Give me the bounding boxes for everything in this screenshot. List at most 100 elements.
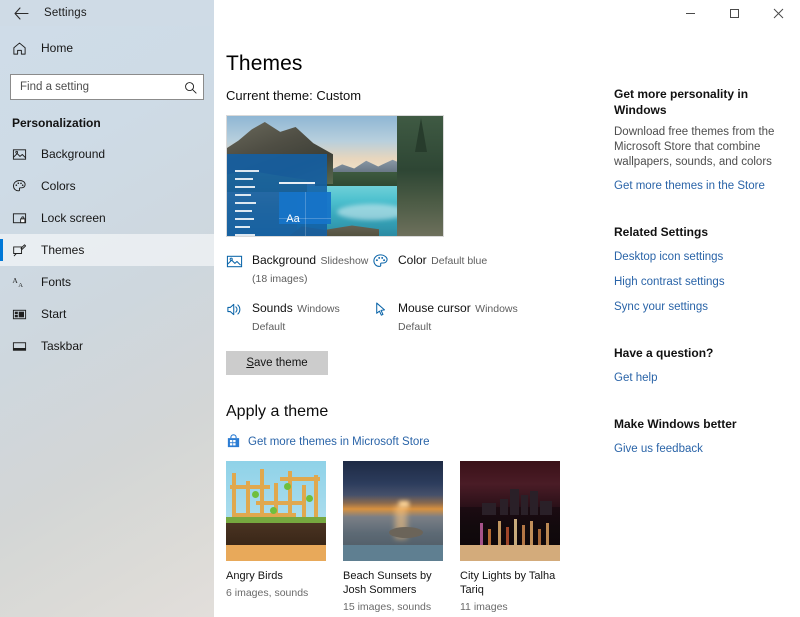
preview-tile-header — [279, 182, 315, 184]
sidebar: Home Personalization — [0, 26, 214, 617]
theme-thumbnail[interactable] — [343, 461, 443, 561]
main-content: Themes Current theme: Custom Aa Backgrou… — [214, 26, 800, 617]
option-sub: Default blue — [431, 255, 488, 267]
theme-sub: 6 images, sounds — [226, 587, 309, 599]
close-button[interactable] — [756, 0, 800, 26]
start-icon — [12, 307, 32, 322]
link-high-contrast-settings[interactable]: High contrast settings — [614, 275, 784, 290]
theme-card-city-lights[interactable]: City Lights by Talha Tariq 11 images — [460, 461, 560, 614]
sidebar-item-lock-screen[interactable]: Lock screen — [0, 202, 214, 234]
sidebar-item-taskbar[interactable]: Taskbar — [0, 330, 214, 362]
sidebar-item-themes[interactable]: Themes — [0, 234, 214, 266]
theme-name: City Lights by Talha Tariq — [460, 570, 556, 596]
sidebar-item-home[interactable]: Home — [0, 30, 214, 66]
link-get-help[interactable]: Get help — [614, 371, 784, 386]
preview-font-sample: Aa — [286, 213, 300, 225]
sidebar-item-label: Lock screen — [41, 211, 106, 225]
svg-text:A: A — [18, 281, 23, 288]
theme-thumbnail-accent — [460, 545, 560, 561]
make-windows-better-section: Make Windows better Give us feedback — [614, 416, 784, 457]
sidebar-item-background[interactable]: Background — [0, 138, 214, 170]
sidebar-item-fonts[interactable]: A A Fonts — [0, 266, 214, 298]
personality-heading: Get more personality in Windows — [614, 87, 749, 117]
have-a-question-section: Have a question? Get help — [614, 345, 784, 386]
window-title: Settings — [44, 7, 87, 19]
theme-thumbnail[interactable] — [460, 461, 560, 561]
option-sounds[interactable]: Sounds Windows Default — [226, 299, 372, 335]
lock-screen-icon — [12, 211, 32, 226]
link-give-us-feedback[interactable]: Give us feedback — [614, 442, 784, 457]
option-text: Mouse cursor Windows Default — [398, 299, 518, 335]
option-text: Background Slideshow (18 images) — [252, 251, 372, 287]
sidebar-item-colors[interactable]: Colors — [0, 170, 214, 202]
sidebar-item-label: Fonts — [41, 275, 72, 289]
image-icon — [226, 251, 252, 287]
theme-name: Beach Sunsets by Josh Sommers — [343, 570, 432, 596]
right-rail: Get more personality in Windows Download… — [614, 26, 800, 617]
option-title: Sounds — [252, 301, 293, 315]
taskbar-icon — [12, 339, 32, 354]
theme-preview-image: Aa — [226, 115, 444, 237]
microsoft-store-icon — [226, 434, 248, 449]
home-icon — [12, 41, 32, 56]
theme-grid: Angry Birds 6 images, sounds Beach Sunse… — [226, 461, 614, 614]
option-background[interactable]: Background Slideshow (18 images) — [226, 251, 372, 287]
theme-options: Background Slideshow (18 images) Color D… — [226, 251, 518, 347]
back-button[interactable] — [0, 0, 42, 26]
theme-card-angry-birds[interactable]: Angry Birds 6 images, sounds — [226, 461, 326, 614]
option-color[interactable]: Color Default blue — [372, 251, 518, 287]
theme-name: Angry Birds — [226, 570, 283, 582]
image-icon — [12, 147, 32, 162]
link-get-more-themes-store[interactable]: Get more themes in the Store — [614, 179, 784, 194]
cursor-icon — [372, 299, 398, 335]
theme-sub: 11 images — [460, 601, 508, 613]
fonts-icon: A A — [12, 275, 32, 290]
minimize-button[interactable] — [668, 0, 712, 26]
themes-panel: Themes Current theme: Custom Aa Backgrou… — [214, 26, 614, 617]
search-input[interactable] — [20, 81, 184, 93]
title-bar-drag-region — [214, 0, 668, 26]
related-settings-section: Related Settings Desktop icon settings H… — [614, 224, 784, 315]
sidebar-item-label: Start — [41, 307, 67, 321]
sidebar-group-title: Personalization — [12, 116, 101, 130]
preview-start-menu: Aa — [227, 154, 331, 236]
option-text: Color Default blue — [398, 251, 487, 287]
palette-icon — [372, 251, 398, 287]
title-bar-left: Settings — [0, 0, 214, 26]
maximize-button[interactable] — [712, 0, 756, 26]
save-theme-button[interactable]: Save theme — [226, 351, 328, 375]
option-title: Mouse cursor — [398, 301, 471, 315]
sidebar-item-label: Home — [41, 41, 74, 55]
preview-start-list — [235, 170, 259, 236]
better-heading: Make Windows better — [614, 417, 737, 431]
related-settings-heading: Related Settings — [614, 225, 709, 239]
link-desktop-icon-settings[interactable]: Desktop icon settings — [614, 250, 784, 265]
window-body: Home Personalization — [0, 26, 800, 617]
theme-thumbnail-accent — [226, 545, 326, 561]
theme-sub: 15 images, sounds — [343, 601, 432, 613]
option-text: Sounds Windows Default — [252, 299, 372, 335]
speaker-icon — [226, 299, 252, 335]
sidebar-item-label: Colors — [41, 179, 76, 193]
search-icon[interactable] — [184, 81, 197, 94]
search-box[interactable] — [10, 74, 204, 100]
title-bar: Settings — [0, 0, 800, 26]
sidebar-item-label: Background — [41, 147, 106, 161]
search-container — [0, 70, 214, 106]
save-theme-accesskey: S — [246, 357, 254, 369]
sidebar-item-start[interactable]: Start — [0, 298, 214, 330]
option-mouse-cursor[interactable]: Mouse cursor Windows Default — [372, 299, 518, 335]
theme-card-beach-sunsets[interactable]: Beach Sunsets by Josh Sommers 15 images,… — [343, 461, 443, 614]
store-themes-link-label: Get more themes in Microsoft Store — [248, 435, 430, 448]
theme-thumbnail[interactable] — [226, 461, 326, 561]
sidebar-item-label: Themes — [41, 243, 85, 257]
settings-window: Settings Home Find a setting Personaliza… — [0, 0, 800, 617]
save-theme-label: ave theme — [253, 357, 308, 369]
themes-icon — [12, 243, 32, 258]
link-sync-your-settings[interactable]: Sync your settings — [614, 300, 784, 315]
current-theme-label: Current theme: Custom — [226, 88, 362, 103]
store-themes-link[interactable]: Get more themes in Microsoft Store — [226, 434, 614, 449]
palette-icon — [12, 179, 32, 194]
option-title: Color — [398, 253, 427, 267]
page-title: Themes — [226, 52, 303, 75]
